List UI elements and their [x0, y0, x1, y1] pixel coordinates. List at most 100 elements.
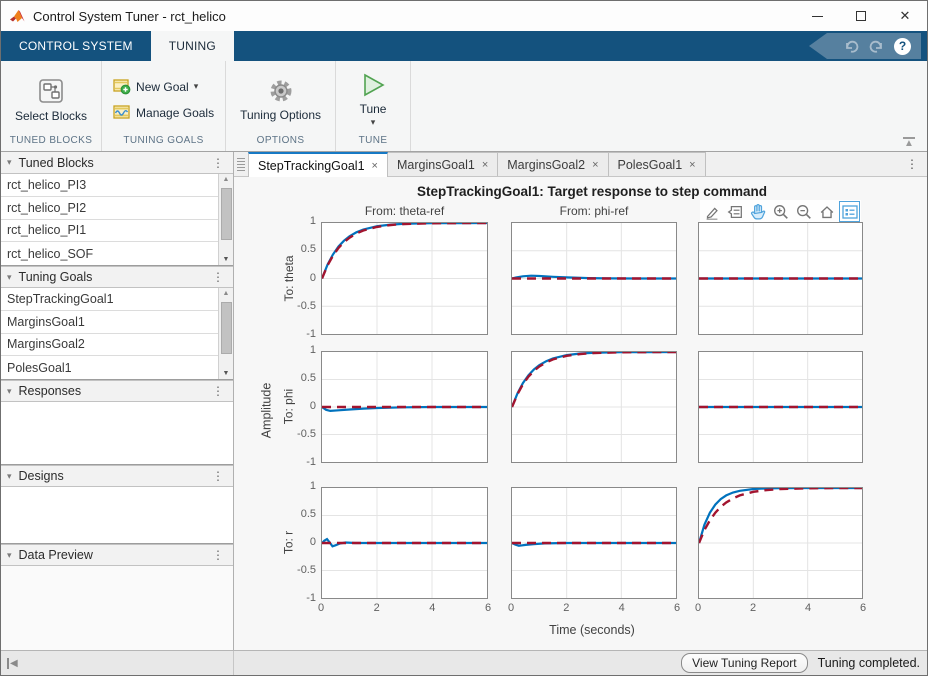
list-item[interactable]: StepTrackingGoal1	[1, 288, 218, 311]
doc-tab-marginsgoal2[interactable]: MarginsGoal2 ×	[498, 152, 608, 176]
x-tick-label: 0	[687, 602, 709, 614]
chart-title: StepTrackingGoal1: Target response to st…	[321, 184, 863, 199]
row-label: To: phi	[282, 351, 297, 463]
tab-strip-handle-icon[interactable]	[237, 158, 245, 171]
panel-title: Tuned Blocks	[19, 156, 94, 170]
x-tick-label: 0	[310, 602, 332, 614]
tab-control-system[interactable]: CONTROL SYSTEM	[1, 31, 151, 61]
doc-tab-polesgoal1[interactable]: PolesGoal1 ×	[609, 152, 706, 176]
select-blocks-label: Select Blocks	[15, 109, 87, 123]
select-blocks-button[interactable]: Select Blocks	[9, 75, 93, 124]
axes-r2c3[interactable]	[698, 351, 863, 463]
tab-tuning[interactable]: TUNING	[151, 31, 234, 61]
panel-menu-icon[interactable]: ⋮	[209, 548, 227, 562]
group-label-tune: TUNE	[344, 135, 402, 151]
axes-toolbar	[700, 200, 861, 223]
scrollbar[interactable]: ▲ ▼	[218, 174, 233, 265]
tuning-goals-list: StepTrackingGoal1 MarginsGoal1 MarginsGo…	[1, 288, 233, 380]
view-tuning-report-button[interactable]: View Tuning Report	[681, 653, 808, 673]
new-goal-dropdown-icon[interactable]: ▾	[194, 81, 199, 92]
list-item[interactable]: rct_helico_PI1	[1, 220, 218, 243]
axes-r2c1[interactable]	[321, 351, 488, 463]
tuning-options-button[interactable]: Tuning Options	[234, 76, 327, 123]
help-icon[interactable]: ?	[894, 38, 911, 55]
tune-button[interactable]: Tune ▾	[344, 70, 402, 128]
redo-icon[interactable]	[868, 38, 885, 55]
scroll-thumb[interactable]	[221, 188, 232, 240]
tab-close-icon[interactable]: ×	[592, 159, 598, 171]
scroll-down-icon[interactable]: ▼	[223, 370, 230, 377]
zoom-out-icon[interactable]	[793, 201, 814, 222]
maximize-icon	[856, 11, 866, 21]
collapse-sidebar-icon[interactable]: ◀	[7, 658, 18, 669]
undo-icon[interactable]	[842, 38, 859, 55]
manage-goals-button[interactable]: Manage Goals	[110, 102, 217, 123]
maximize-button[interactable]	[839, 1, 883, 31]
list-item[interactable]: PolesGoal1	[1, 356, 218, 379]
group-tuned-blocks: Select Blocks TUNED BLOCKS	[1, 61, 102, 151]
tab-overflow-menu-icon[interactable]: ⋮	[906, 157, 927, 176]
axes-r2c2[interactable]	[511, 351, 677, 463]
panel-menu-icon[interactable]: ⋮	[209, 384, 227, 398]
panel-menu-icon[interactable]: ⋮	[209, 469, 227, 483]
axes-r1c1[interactable]	[321, 222, 488, 335]
window-title: Control System Tuner - rct_helico	[33, 9, 226, 24]
tab-close-icon[interactable]: ×	[372, 160, 378, 172]
legend-toggle-icon[interactable]	[839, 201, 860, 222]
axes-r3c1[interactable]	[321, 487, 488, 599]
doc-tab-steptrackinggoal1[interactable]: StepTrackingGoal1 ×	[248, 152, 388, 177]
collapse-triangle-icon: ▾	[7, 386, 12, 397]
group-tuning-goals: New Goal ▾ Manage Goals TUNING GOAL	[102, 61, 226, 151]
close-button[interactable]: ✕	[883, 1, 927, 31]
column-header-phi-ref: From: phi-ref	[511, 204, 677, 218]
zoom-in-icon[interactable]	[770, 201, 791, 222]
tab-close-icon[interactable]: ×	[482, 159, 488, 171]
status-bar: ◀ View Tuning Report Tuning completed.	[1, 650, 927, 675]
tune-dropdown-icon[interactable]: ▾	[371, 117, 376, 128]
list-item[interactable]: rct_helico_PI2	[1, 197, 218, 220]
datatips-icon[interactable]	[724, 201, 745, 222]
scroll-down-icon[interactable]: ▼	[223, 256, 230, 263]
scroll-up-icon[interactable]: ▲	[223, 290, 230, 297]
axes-r3c3[interactable]	[698, 487, 863, 599]
x-tick-label: 2	[742, 602, 764, 614]
axes-r3c2[interactable]	[511, 487, 677, 599]
home-icon[interactable]	[816, 201, 837, 222]
list-item[interactable]: MarginsGoal1	[1, 311, 218, 334]
panel-header-tuning-goals[interactable]: ▾ Tuning Goals ⋮	[1, 266, 233, 288]
doc-tab-marginsgoal1[interactable]: MarginsGoal1 ×	[388, 152, 498, 176]
panel-header-data-preview[interactable]: ▾ Data Preview ⋮	[1, 544, 233, 566]
collapse-ribbon-button[interactable]: ▲	[903, 137, 915, 148]
brush-icon[interactable]	[701, 201, 722, 222]
collapse-triangle-icon: ▾	[7, 272, 12, 283]
new-goal-button[interactable]: New Goal ▾	[110, 76, 217, 97]
x-tick-label: 4	[797, 602, 819, 614]
panel-menu-icon[interactable]: ⋮	[209, 156, 227, 170]
group-label-options: OPTIONS	[234, 135, 327, 151]
axes-r1c3[interactable]	[698, 222, 863, 335]
axes-r1c2[interactable]	[511, 222, 677, 335]
panel-header-tuned-blocks[interactable]: ▾ Tuned Blocks ⋮	[1, 152, 233, 174]
panel-header-responses[interactable]: ▾ Responses ⋮	[1, 380, 233, 402]
minimize-button[interactable]	[795, 1, 839, 31]
scrollbar[interactable]: ▲ ▼	[218, 288, 233, 379]
list-item[interactable]: rct_helico_PI3	[1, 174, 218, 197]
pan-icon[interactable]	[747, 201, 768, 222]
scroll-up-icon[interactable]: ▲	[223, 176, 230, 183]
left-sidebar: ▾ Tuned Blocks ⋮ rct_helico_PI3 rct_heli…	[1, 152, 234, 650]
list-item[interactable]: MarginsGoal2	[1, 334, 218, 357]
panel-header-designs[interactable]: ▾ Designs ⋮	[1, 465, 233, 487]
x-tick-label: 6	[666, 602, 688, 614]
scroll-thumb[interactable]	[221, 302, 232, 354]
collapse-triangle-icon: ▾	[7, 550, 12, 561]
tab-close-icon[interactable]: ×	[689, 159, 695, 171]
panel-title: Responses	[19, 384, 82, 398]
sidebar-footer: ◀	[1, 651, 234, 675]
toolstrip: Select Blocks TUNED BLOCKS	[1, 61, 927, 152]
tuning-options-label: Tuning Options	[240, 108, 321, 122]
new-goal-label: New Goal	[136, 80, 189, 94]
group-tune: Tune ▾ TUNE	[336, 61, 411, 151]
group-options: Tuning Options OPTIONS	[226, 61, 336, 151]
panel-menu-icon[interactable]: ⋮	[209, 270, 227, 284]
list-item[interactable]: rct_helico_SOF	[1, 242, 218, 265]
